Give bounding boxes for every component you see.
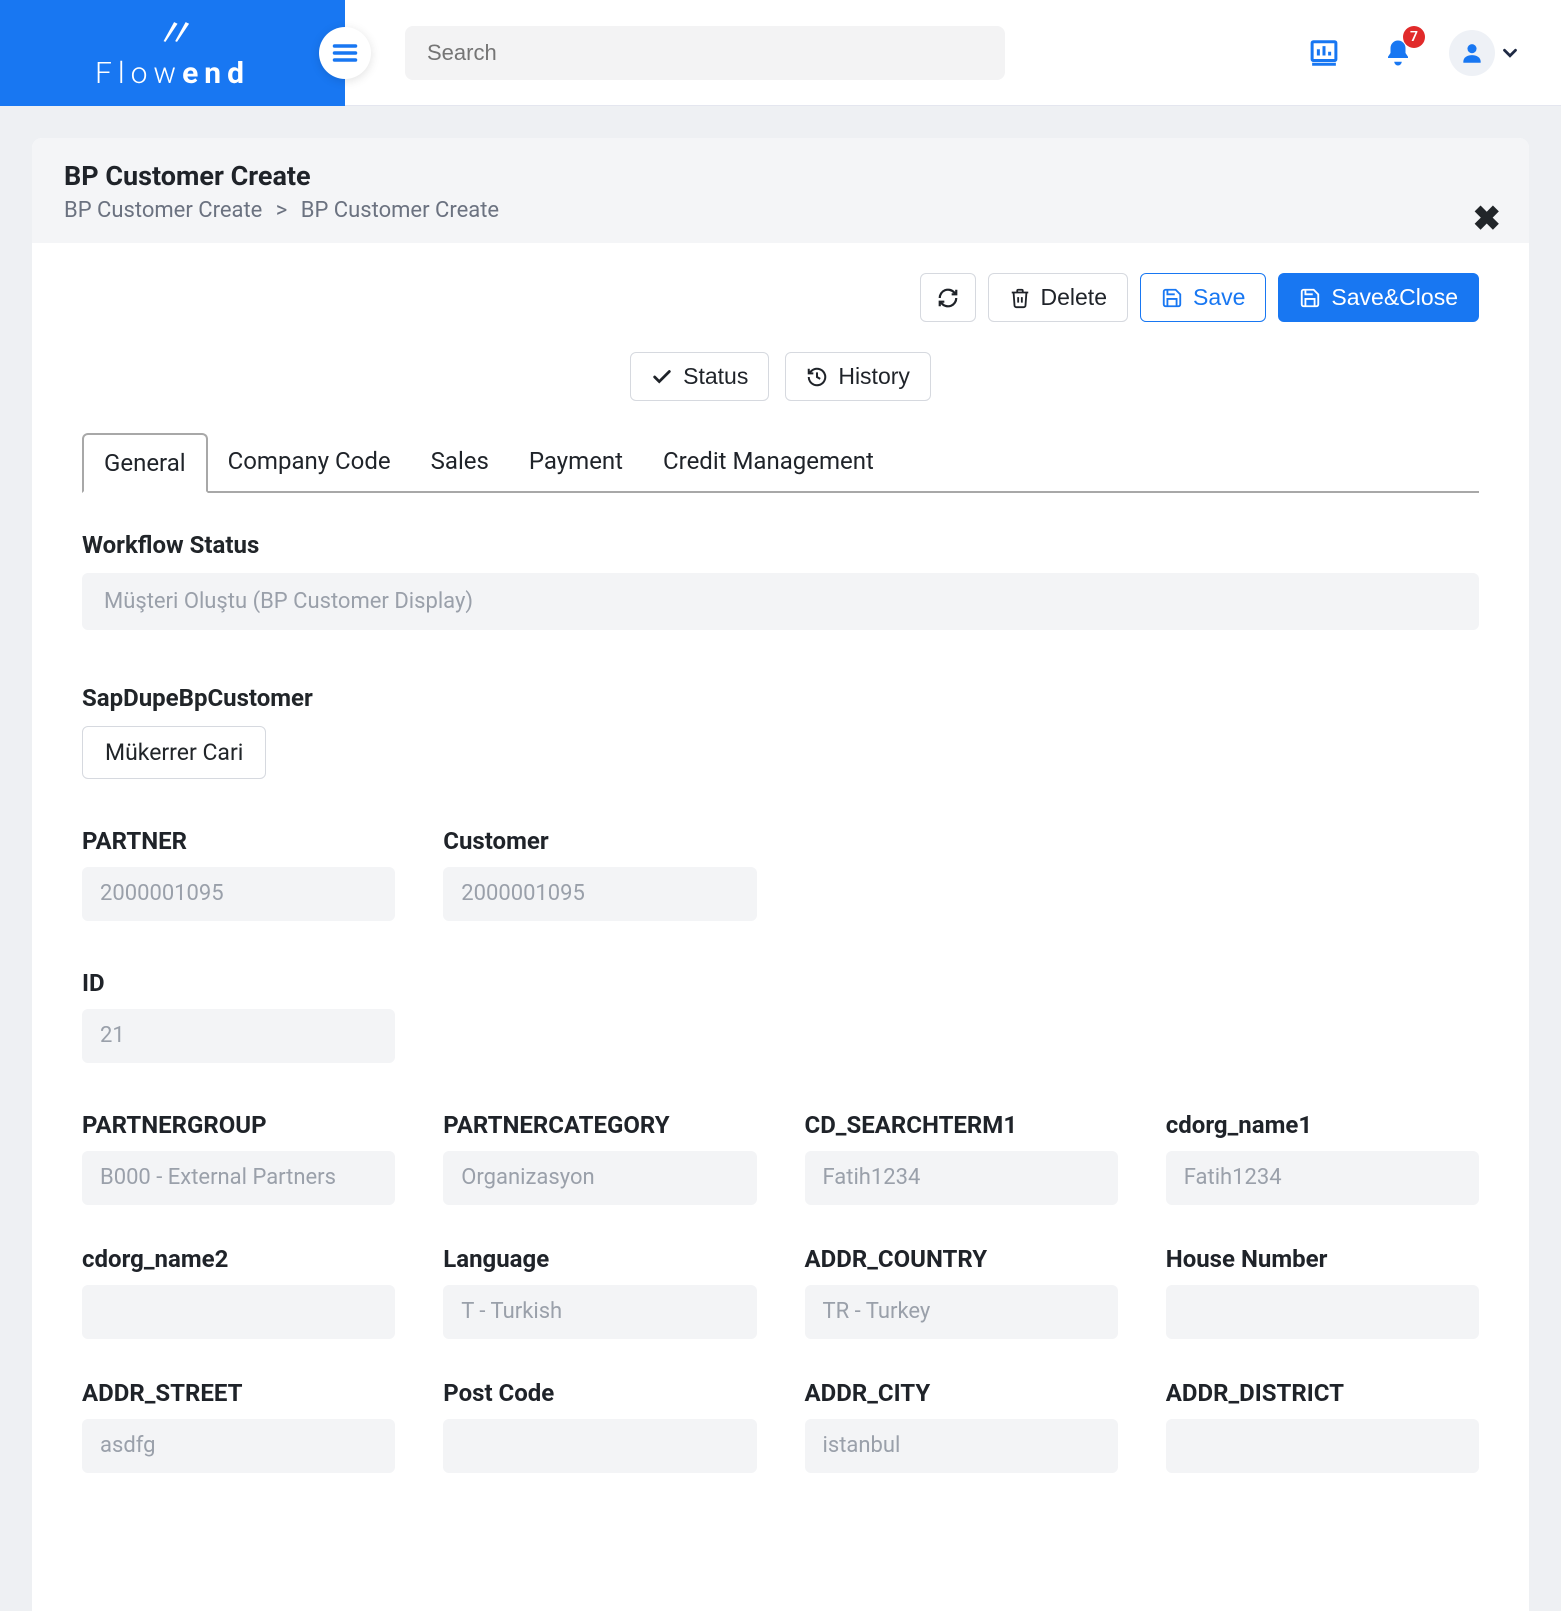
mukerrer-cari-button[interactable]: Mükerrer Cari [82, 726, 266, 779]
notification-badge: 7 [1403, 26, 1425, 48]
history-icon [806, 366, 828, 388]
field-label: Post Code [443, 1379, 756, 1407]
logo-block: 〃 Flowend [0, 0, 345, 106]
field-label: ADDR_COUNTRY [805, 1245, 1118, 1273]
workflow-status-label: Workflow Status [82, 531, 1479, 559]
history-label: History [838, 363, 910, 390]
refresh-button[interactable] [920, 273, 976, 322]
field-label: House Number [1166, 1245, 1479, 1273]
content-scroll[interactable]: Delete Save Save&Close Status [32, 243, 1529, 1611]
cdorg-name2-field[interactable] [82, 1285, 395, 1339]
refresh-icon [937, 287, 959, 309]
tab-payment[interactable]: Payment [509, 433, 643, 493]
workflow-status-value: Müşteri Oluştu (BP Customer Display) [82, 573, 1479, 630]
user-menu[interactable] [1449, 30, 1521, 76]
language-field: T - Turkish [443, 1285, 756, 1339]
logo-icon: 〃 [152, 14, 193, 54]
save-button[interactable]: Save [1140, 273, 1266, 322]
field-label: PARTNERGROUP [82, 1111, 395, 1139]
field-label: cdorg_name1 [1166, 1111, 1479, 1139]
addr-district-field[interactable] [1166, 1419, 1479, 1473]
partner-label: PARTNER [82, 827, 395, 855]
searchterm1-field: Fatih1234 [805, 1151, 1118, 1205]
breadcrumb-item: BP Customer Create [301, 198, 499, 223]
notifications-button[interactable]: 7 [1375, 30, 1421, 76]
save-label: Save [1193, 284, 1245, 311]
main-card: BP Customer Create BP Customer Create > … [32, 138, 1529, 1611]
logo[interactable]: 〃 Flowend [95, 14, 250, 91]
house-number-field[interactable] [1166, 1285, 1479, 1339]
delete-label: Delete [1041, 284, 1107, 311]
cdorg-name1-field: Fatih1234 [1166, 1151, 1479, 1205]
status-label: Status [683, 363, 748, 390]
user-avatar [1449, 30, 1495, 76]
breadcrumb-item[interactable]: BP Customer Create [64, 198, 262, 223]
tab-general[interactable]: General [82, 433, 208, 493]
post-code-field[interactable] [443, 1419, 756, 1473]
addr-city-field: istanbul [805, 1419, 1118, 1473]
partnergroup-field: B000 - External Partners [82, 1151, 395, 1205]
field-grid: PARTNERGROUP B000 - External Partners PAR… [82, 1111, 1479, 1473]
partner-value: 2000001095 [82, 867, 395, 921]
field-label: ADDR_CITY [805, 1379, 1118, 1407]
delete-button[interactable]: Delete [988, 273, 1128, 322]
save-icon [1161, 287, 1183, 309]
save-close-button[interactable]: Save&Close [1278, 273, 1479, 322]
chevron-down-icon [1499, 42, 1521, 64]
analytics-button[interactable] [1301, 30, 1347, 76]
customer-label: Customer [443, 827, 756, 855]
history-button[interactable]: History [785, 352, 931, 401]
field-label: cdorg_name2 [82, 1245, 395, 1273]
page-wrap: BP Customer Create BP Customer Create > … [0, 106, 1561, 1611]
field-label: ADDR_STREET [82, 1379, 395, 1407]
tabs: General Company Code Sales Payment Credi… [82, 431, 1479, 493]
save-close-label: Save&Close [1331, 284, 1458, 311]
secondary-actions: Status History [82, 352, 1479, 401]
field-label: Language [443, 1245, 756, 1273]
tab-sales[interactable]: Sales [411, 433, 509, 493]
check-icon [651, 366, 673, 388]
tab-company-code[interactable]: Company Code [208, 433, 411, 493]
search-input[interactable] [427, 40, 983, 66]
addr-street-field: asdfg [82, 1419, 395, 1473]
status-button[interactable]: Status [630, 352, 769, 401]
trash-icon [1009, 287, 1031, 309]
action-row: Delete Save Save&Close [82, 273, 1479, 322]
partnercategory-field: Organizasyon [443, 1151, 756, 1205]
breadcrumb: BP Customer Create > BP Customer Create [64, 198, 1497, 223]
search-box[interactable] [405, 26, 1005, 80]
card-header: BP Customer Create BP Customer Create > … [32, 138, 1529, 243]
menu-toggle-button[interactable] [319, 27, 371, 79]
id-label: ID [82, 969, 395, 997]
header-icons: 7 [1301, 30, 1521, 76]
field-label: CD_SEARCHTERM1 [805, 1111, 1118, 1139]
sapdupe-label: SapDupeBpCustomer [82, 684, 1479, 712]
customer-value: 2000001095 [443, 867, 756, 921]
header-right: 7 [345, 0, 1561, 105]
breadcrumb-separator: > [276, 198, 288, 223]
save-icon [1299, 287, 1321, 309]
logo-text: Flowend [95, 56, 250, 91]
id-value: 21 [82, 1009, 395, 1063]
addr-country-field: TR - Turkey [805, 1285, 1118, 1339]
tab-credit-management[interactable]: Credit Management [643, 433, 894, 493]
close-button[interactable]: ✖ [1473, 202, 1502, 236]
field-label: ADDR_DISTRICT [1166, 1379, 1479, 1407]
top-header: 〃 Flowend 7 [0, 0, 1561, 106]
page-title: BP Customer Create [64, 160, 1497, 192]
field-label: PARTNERCATEGORY [443, 1111, 756, 1139]
